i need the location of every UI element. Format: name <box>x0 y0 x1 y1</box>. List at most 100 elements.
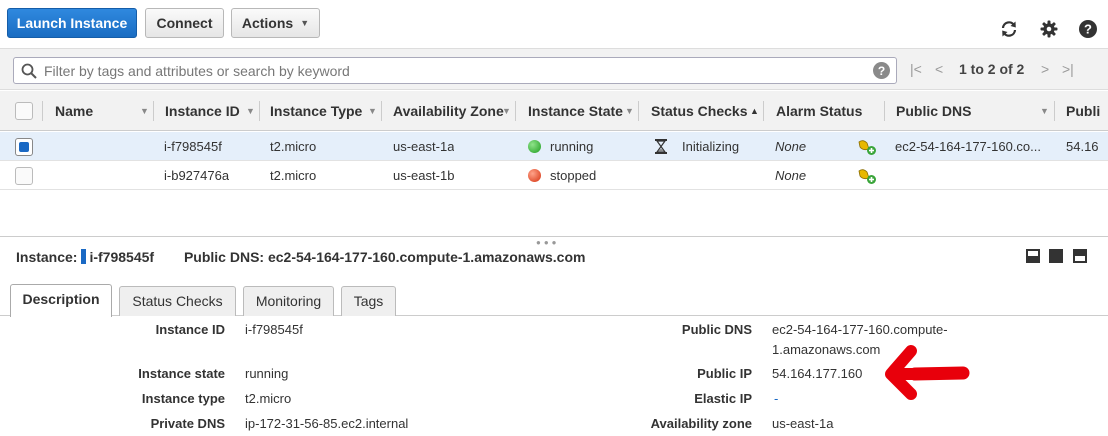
launch-instance-button[interactable]: Launch Instance <box>7 8 137 38</box>
search-icon <box>21 63 37 79</box>
column-divider <box>638 101 639 121</box>
sort-icon[interactable]: ▼ <box>140 91 149 131</box>
column-divider <box>42 101 43 121</box>
detail-header: Instance: i-f798545f Public DNS: ec2-54-1… <box>16 249 585 265</box>
actions-label: Actions <box>241 15 294 31</box>
select-all-checkbox[interactable] <box>15 102 33 120</box>
cell-availability-zone: us-east-1a <box>393 139 455 154</box>
next-page-icon[interactable]: > <box>1041 61 1049 77</box>
sort-icon[interactable]: ▼ <box>625 91 634 131</box>
layout-split-icon[interactable] <box>1049 249 1063 263</box>
column-header-name[interactable]: Name <box>55 91 93 131</box>
field-value-instance-type: t2.micro <box>245 391 292 406</box>
search-box: ? <box>13 57 897 84</box>
field-value-elastic-ip[interactable]: - <box>774 391 778 406</box>
field-label-instance-state: Instance state <box>138 366 225 381</box>
field-label-public-ip: Public IP <box>697 366 752 381</box>
cell-instance-state: running <box>550 139 594 154</box>
search-help-icon[interactable]: ? <box>873 62 890 79</box>
instance-id-value: i-f798545f <box>89 249 155 265</box>
column-divider <box>259 101 260 121</box>
sort-icon[interactable]: ▼ <box>1040 91 1049 131</box>
field-value-instance-state: running <box>245 366 289 381</box>
field-label-public-dns: Public DNS <box>681 322 752 337</box>
cell-instance-type: t2.micro <box>270 168 317 183</box>
sort-icon[interactable]: ▼ <box>246 91 255 131</box>
column-divider <box>381 101 382 121</box>
tab-monitoring[interactable]: Monitoring <box>243 286 334 316</box>
cell-public-dns: ec2-54-164-177-160.co... <box>895 139 1041 154</box>
column-divider <box>884 101 885 121</box>
field-value-instance-id: i-f798545f <box>245 322 303 337</box>
gear-icon[interactable] <box>1038 18 1060 40</box>
column-header-public-ip[interactable]: Publi <box>1066 91 1100 131</box>
add-alarm-icon[interactable] <box>857 167 877 185</box>
column-header-instance-id[interactable]: Instance ID <box>165 91 240 131</box>
column-divider <box>153 101 154 121</box>
table-row[interactable]: i-f798545f t2.micro us-east-1a running I… <box>0 132 1108 161</box>
layout-bottom-icon[interactable] <box>1026 249 1040 263</box>
add-alarm-icon[interactable] <box>857 138 877 156</box>
filter-bar: ? |< < 1 to 2 of 2 > >| <box>0 48 1108 90</box>
column-header-status-checks[interactable]: Status Checks <box>651 91 747 131</box>
cell-instance-id: i-b927476a <box>164 168 230 183</box>
cell-public-ip: 54.16 <box>1066 139 1099 154</box>
pane-splitter[interactable] <box>0 236 1108 237</box>
public-dns-value: ec2-54-164-177-160.compute-1.amazonaws.c… <box>267 249 586 265</box>
last-page-icon[interactable]: >| <box>1062 61 1074 77</box>
column-divider <box>763 101 764 121</box>
column-header-alarm-status[interactable]: Alarm Status <box>776 91 862 131</box>
instance-marker <box>81 249 87 264</box>
field-label-elastic-ip: Elastic IP <box>694 391 752 406</box>
detail-tabs: Description Status Checks Monitoring Tag… <box>0 284 1108 317</box>
stopped-status-icon <box>528 169 541 182</box>
field-label-instance-type: Instance type <box>141 391 225 406</box>
instance-label: Instance: <box>16 249 78 265</box>
field-value-public-dns-line1: ec2-54-164-177-160.compute- <box>772 322 948 337</box>
connect-button[interactable]: Connect <box>145 8 224 38</box>
sort-ascending-icon[interactable]: ▲ <box>750 91 759 131</box>
tab-tags[interactable]: Tags <box>341 286 396 316</box>
field-label-availability-zone: Availability zone <box>650 416 752 431</box>
hourglass-icon <box>655 139 667 154</box>
annotation-arrow <box>885 345 970 400</box>
search-input[interactable] <box>44 60 864 81</box>
cell-alarm-status: None <box>775 168 807 183</box>
first-page-icon[interactable]: |< <box>910 61 922 77</box>
column-header-public-dns[interactable]: Public DNS <box>896 91 971 131</box>
drag-handle-icon[interactable]: ●●● <box>536 238 560 247</box>
public-dns-label: Public DNS: <box>183 249 265 265</box>
actions-button[interactable]: Actions ▼ <box>231 8 320 38</box>
field-value-private-dns: ip-172-31-56-85.ec2.internal <box>245 416 409 431</box>
row-checkbox[interactable] <box>15 167 33 185</box>
svg-text:?: ? <box>1084 22 1092 37</box>
field-value-availability-zone: us-east-1a <box>772 416 834 431</box>
help-icon[interactable]: ? <box>1077 18 1099 40</box>
cell-status-checks: Initializing <box>682 139 740 154</box>
prev-page-icon[interactable]: < <box>935 61 943 77</box>
cell-instance-type: t2.micro <box>270 139 317 154</box>
column-header-instance-type[interactable]: Instance Type <box>270 91 362 131</box>
tab-status-checks[interactable]: Status Checks <box>119 286 236 316</box>
tab-description[interactable]: Description <box>10 284 112 317</box>
column-divider <box>1054 101 1055 121</box>
pagination-text: 1 to 2 of 2 <box>959 61 1025 77</box>
column-header-availability-zone[interactable]: Availability Zone <box>393 91 504 131</box>
row-checkbox[interactable] <box>15 138 33 156</box>
field-value-public-dns-line2: 1.amazonaws.com <box>772 342 881 357</box>
running-status-icon <box>528 140 541 153</box>
field-value-public-ip: 54.164.177.160 <box>772 366 863 381</box>
column-divider <box>515 101 516 121</box>
toolbar: Launch Instance Connect Actions ▼ ? <box>0 0 1108 46</box>
sort-icon[interactable]: ▼ <box>502 91 511 131</box>
field-label-private-dns: Private DNS <box>150 416 225 431</box>
column-header-instance-state[interactable]: Instance State <box>528 91 623 131</box>
layout-top-icon[interactable] <box>1073 249 1087 263</box>
field-label-instance-id: Instance ID <box>155 322 225 337</box>
sort-icon[interactable]: ▼ <box>368 91 377 131</box>
cell-instance-state: stopped <box>550 168 597 183</box>
table-header: Name ▼ Instance ID ▼ Instance Type ▼ Ava… <box>0 91 1108 131</box>
refresh-icon[interactable] <box>998 18 1020 40</box>
table-row[interactable]: i-b927476a t2.micro us-east-1b stopped N… <box>0 161 1108 190</box>
cell-alarm-status: None <box>775 139 807 154</box>
